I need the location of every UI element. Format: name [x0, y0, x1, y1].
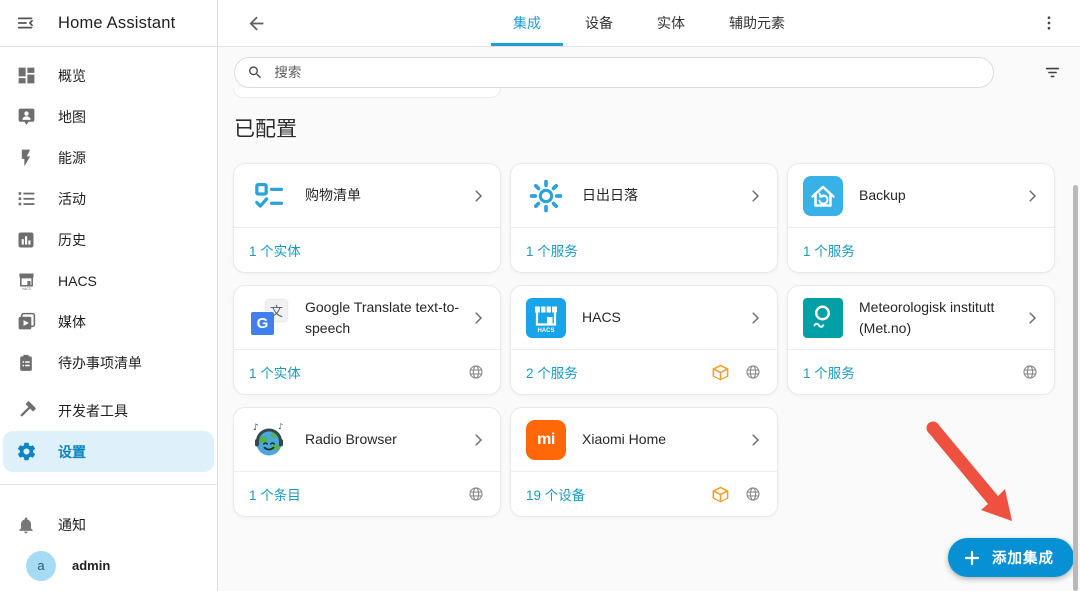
website-globe-icon[interactable] — [467, 485, 485, 503]
bell-icon — [15, 514, 37, 536]
topbar: 集成 设备 实体 辅助元素 — [218, 0, 1080, 47]
radio-browser-icon: ♪ ♪ — [249, 420, 289, 460]
avatar: a — [26, 551, 56, 581]
svg-text:♪: ♪ — [253, 423, 259, 433]
tab-entities[interactable]: 实体 — [635, 0, 707, 46]
met-no-icon — [803, 298, 843, 338]
sidebar-item-map[interactable]: 地图 — [0, 96, 217, 137]
svg-text:HACS: HACS — [537, 328, 554, 334]
sidebar-item-notifications[interactable]: 通知 — [0, 504, 217, 545]
sidebar-item-hacs[interactable]: HACS HACS — [0, 260, 217, 301]
svg-text:♪: ♪ — [278, 422, 283, 431]
sidebar-item-logbook[interactable]: 活动 — [0, 178, 217, 219]
app-title: Home Assistant — [58, 14, 175, 33]
services-link[interactable]: 1 个服务 — [526, 240, 578, 260]
integration-card-xiaomi-home[interactable]: mi Xiaomi Home 19 个设备 — [510, 407, 778, 517]
chevron-right-icon[interactable] — [746, 431, 764, 449]
hacs-icon: HACS — [526, 298, 566, 338]
chevron-right-icon[interactable] — [746, 309, 764, 327]
store-icon: HACS — [15, 270, 37, 292]
user-name: admin — [72, 558, 110, 573]
search-row — [218, 47, 1080, 88]
main-area: 集成 设备 实体 辅助元素 已配置 — [218, 0, 1080, 591]
website-globe-icon[interactable] — [1021, 363, 1039, 381]
sidebar-item-todo[interactable]: 待办事项清单 — [0, 342, 217, 383]
sidebar-item-media[interactable]: 媒体 — [0, 301, 217, 342]
integrations-grid: 购物清单 1 个实体 日出日落 — [233, 163, 1080, 517]
services-link[interactable]: 2 个服务 — [526, 362, 578, 382]
devices-link[interactable]: 19 个设备 — [526, 484, 585, 504]
sidebar-item-settings[interactable]: 设置 — [3, 431, 214, 472]
tab-integrations[interactable]: 集成 — [491, 0, 563, 46]
sidebar-bottom: 通知 a admin — [0, 504, 217, 586]
sidebar-item-overview[interactable]: 概览 — [0, 55, 217, 96]
back-button[interactable] — [246, 13, 267, 34]
hammer-icon — [15, 400, 37, 422]
tab-bar: 集成 设备 实体 辅助元素 — [491, 0, 807, 46]
chart-icon — [15, 229, 37, 251]
partially-scrolled-card — [233, 88, 501, 98]
search-icon — [247, 64, 263, 81]
website-globe-icon[interactable] — [744, 485, 762, 503]
integration-card-google-translate[interactable]: 文G Google Translate text-to-speech 1 个实体 — [233, 285, 501, 395]
website-globe-icon[interactable] — [744, 363, 762, 381]
sidebar-user[interactable]: a admin — [0, 545, 217, 586]
content: 已配置 购物清单 1 个实体 — [218, 47, 1080, 591]
sidebar-item-devtools[interactable]: 开发者工具 — [0, 390, 217, 431]
services-link[interactable]: 1 个服务 — [803, 240, 855, 260]
integration-card-radio-browser[interactable]: ♪ ♪ — [233, 407, 501, 517]
sidebar-divider — [0, 484, 217, 485]
backup-icon — [803, 176, 843, 216]
map-icon — [15, 106, 37, 128]
scrollbar-thumb[interactable] — [1073, 185, 1078, 591]
sun-icon — [526, 176, 566, 216]
svg-text:HACS: HACS — [22, 287, 31, 291]
website-globe-icon[interactable] — [467, 363, 485, 381]
gear-icon — [15, 441, 37, 463]
play-box-icon — [15, 311, 37, 333]
add-integration-button[interactable]: 添加集成 — [948, 538, 1074, 577]
integration-card-hacs[interactable]: HACS HACS 2 个服务 — [510, 285, 778, 395]
sidebar: Home Assistant 概览 地图 能源 活动 — [0, 0, 218, 591]
dashboard-icon — [15, 65, 37, 87]
sidebar-nav: 概览 地图 能源 活动 历史 HACS — [0, 47, 217, 485]
chevron-right-icon[interactable] — [1023, 187, 1041, 205]
chevron-right-icon[interactable] — [469, 309, 487, 327]
xiaomi-home-icon: mi — [526, 420, 566, 460]
overflow-menu-icon[interactable] — [1040, 14, 1058, 32]
integration-card-sun[interactable]: 日出日落 1 个服务 — [510, 163, 778, 273]
sidebar-header: Home Assistant — [0, 0, 217, 47]
integration-card-shopping-list[interactable]: 购物清单 1 个实体 — [233, 163, 501, 273]
tab-devices[interactable]: 设备 — [563, 0, 635, 46]
chevron-right-icon[interactable] — [469, 431, 487, 449]
energy-icon — [15, 147, 37, 169]
chevron-right-icon[interactable] — [1023, 309, 1041, 327]
package-icon[interactable] — [711, 363, 730, 382]
chevron-right-icon[interactable] — [469, 187, 487, 205]
sidebar-toggle-icon[interactable] — [15, 12, 37, 34]
sidebar-item-history[interactable]: 历史 — [0, 219, 217, 260]
sidebar-item-energy[interactable]: 能源 — [0, 137, 217, 178]
filter-icon[interactable] — [1043, 63, 1062, 82]
package-icon[interactable] — [711, 485, 730, 504]
search-input[interactable] — [272, 64, 981, 81]
list-icon — [15, 188, 37, 210]
google-translate-icon: 文G — [249, 298, 289, 338]
clipboard-icon — [15, 352, 37, 374]
services-link[interactable]: 1 个服务 — [803, 362, 855, 382]
entries-link[interactable]: 1 个条目 — [249, 484, 301, 504]
chevron-right-icon[interactable] — [746, 187, 764, 205]
search-bar[interactable] — [234, 57, 994, 88]
shopping-list-icon — [249, 176, 289, 216]
tab-helpers[interactable]: 辅助元素 — [707, 0, 807, 46]
plus-icon — [964, 550, 980, 566]
entities-link[interactable]: 1 个实体 — [249, 362, 301, 382]
integration-card-backup[interactable]: Backup 1 个服务 — [787, 163, 1055, 273]
integration-card-met-no[interactable]: Meteorologisk institutt (Met.no) 1 个服务 — [787, 285, 1055, 395]
entities-link[interactable]: 1 个实体 — [249, 240, 301, 260]
add-integration-label: 添加集成 — [992, 547, 1054, 568]
section-heading: 已配置 — [234, 118, 1080, 141]
